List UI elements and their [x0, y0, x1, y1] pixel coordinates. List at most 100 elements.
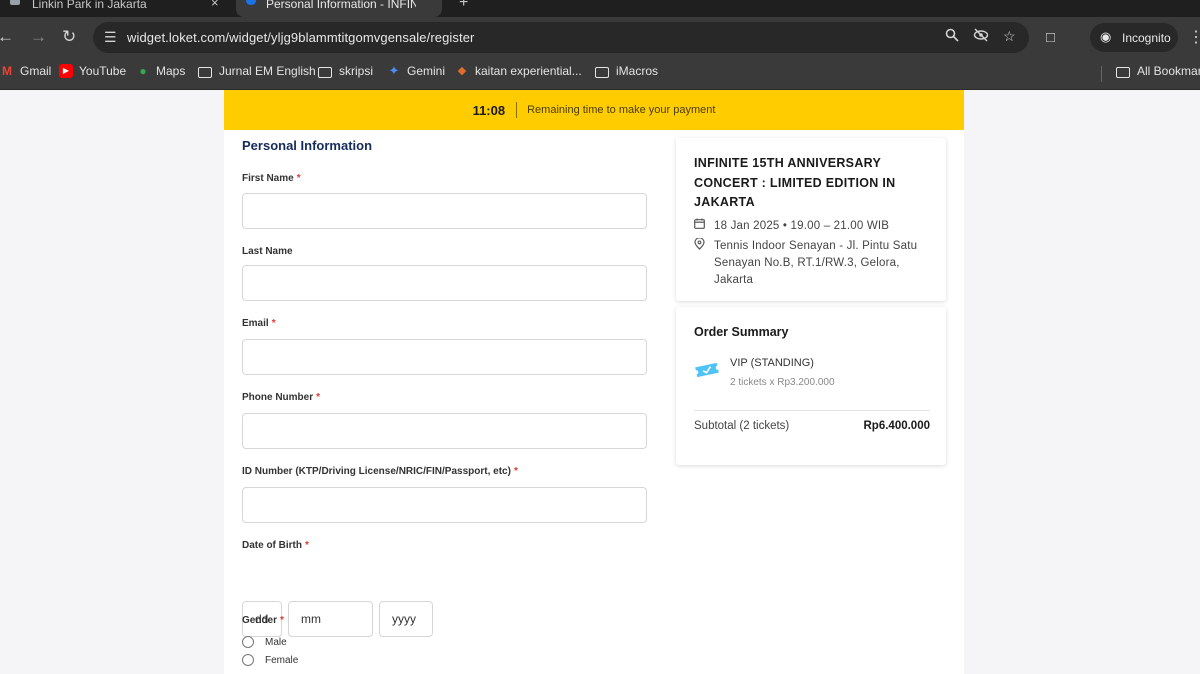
- url-text[interactable]: widget.loket.com/widget/yljg9blammtitgom…: [127, 30, 474, 45]
- tab-favicon-icon: [10, 0, 20, 5]
- order-summary-card: Order Summary VIP (STANDING) 2 tickets x…: [676, 307, 946, 465]
- extensions-icon[interactable]: □: [1046, 29, 1055, 46]
- email-label: Email *: [242, 318, 276, 329]
- bookmark-label: skripsi: [339, 64, 374, 78]
- zoom-search-icon[interactable]: [945, 28, 959, 45]
- gender-option-female[interactable]: Female: [242, 654, 298, 666]
- phone-number-input[interactable]: [242, 413, 647, 449]
- bookmark-label: Jurnal EM English: [219, 64, 316, 78]
- email-input[interactable]: [242, 339, 647, 375]
- bookmark-maps[interactable]: ● Maps: [136, 64, 185, 78]
- bookmark-youtube[interactable]: ▶ YouTube: [59, 64, 126, 78]
- gender-option-male[interactable]: Male: [242, 636, 287, 648]
- ticket-quantity: 2 tickets x Rp3.200.000: [730, 377, 835, 388]
- event-venue: Tennis Indoor Senayan - Jl. Pintu Satu S…: [694, 236, 928, 289]
- menu-dots-icon[interactable]: ⋮: [1188, 27, 1200, 47]
- order-divider: [694, 410, 930, 411]
- bookmark-gmail[interactable]: M Gmail: [0, 64, 51, 78]
- bookmark-kaitan-experiential[interactable]: ◆ kaitan experiential...: [455, 64, 582, 78]
- required-mark: *: [271, 318, 276, 329]
- first-name-input[interactable]: [242, 193, 647, 229]
- bookmark-star-icon[interactable]: ☆: [1003, 28, 1016, 45]
- tab-label: Personal Information - INFINITE: [266, 0, 416, 11]
- label-text: First Name: [242, 173, 294, 184]
- dob-year-input[interactable]: yyyy: [379, 601, 433, 637]
- bookmark-jurnal-em-english[interactable]: Jurnal EM English: [198, 64, 316, 78]
- radio-label: Female: [265, 654, 299, 666]
- order-summary-title: Order Summary: [694, 325, 789, 339]
- youtube-icon: ▶: [59, 64, 73, 78]
- back-arrow-icon[interactable]: ←: [0, 28, 14, 46]
- required-mark: *: [305, 540, 309, 551]
- event-info-card: INFINITE 15TH ANNIVERSARY CONCERT : LIMI…: [676, 138, 946, 301]
- label-text: ID Number (KTP/Driving License/NRIC/FIN/…: [242, 466, 511, 477]
- bookmark-label: Gemini: [407, 64, 446, 78]
- required-mark: *: [316, 392, 321, 403]
- bookmark-label: iMacros: [616, 64, 659, 78]
- bookmarks-divider: [1101, 66, 1102, 82]
- tab-personal-information[interactable]: Personal Information - INFINITE: [236, 0, 442, 17]
- label-text: Date of Birth: [242, 540, 302, 551]
- forward-arrow-icon[interactable]: →: [30, 28, 47, 46]
- bookmark-skripsi[interactable]: skripsi: [318, 64, 373, 78]
- subtotal-value: Rp6.400.000: [863, 420, 931, 432]
- address-bar[interactable]: ☰ widget.loket.com/widget/yljg9blammtitg…: [93, 22, 1029, 53]
- bookmark-label: Maps: [156, 64, 186, 78]
- incognito-icon: ◉: [1100, 29, 1112, 44]
- required-mark: *: [280, 615, 284, 626]
- label-text: Phone Number: [242, 392, 314, 403]
- close-tab-icon[interactable]: ×: [211, 0, 219, 10]
- first-name-label: First Name *: [242, 173, 301, 184]
- radio-label: Male: [265, 636, 287, 648]
- event-datetime: 18 Jan 2025 • 19.00 – 21.00 WIB: [694, 218, 928, 235]
- incognito-label: Incognito: [1122, 30, 1171, 45]
- eye-off-icon[interactable]: [973, 28, 989, 45]
- new-tab-icon[interactable]: +: [459, 0, 468, 12]
- timer-divider: [516, 102, 518, 118]
- label-text: Gender: [242, 615, 278, 626]
- all-bookmarks[interactable]: All Bookmarks: [1116, 64, 1200, 78]
- folder-icon: [198, 66, 212, 78]
- ticket-icon: [694, 361, 720, 378]
- bookmark-label: YouTube: [79, 64, 127, 78]
- site-info-icon[interactable]: ☰: [104, 29, 117, 46]
- subtotal-label: Subtotal (2 tickets): [694, 420, 790, 432]
- radio-button[interactable]: [242, 636, 254, 648]
- bookmark-label: All Bookmarks: [1137, 64, 1200, 78]
- bookmark-imacros[interactable]: iMacros: [595, 64, 658, 78]
- checkout-sheet: 11:08 Remaining time to make your paymen…: [224, 90, 964, 674]
- label-text: Last Name: [242, 246, 293, 257]
- maps-icon: ●: [139, 64, 147, 78]
- tab-favicon-icon: [246, 0, 256, 5]
- last-name-input[interactable]: [242, 265, 647, 301]
- required-mark: *: [296, 173, 301, 184]
- tab-linkin-park[interactable]: Linkin Park in Jakarta ×: [0, 0, 236, 17]
- last-name-label: Last Name: [242, 246, 293, 257]
- location-pin-icon: [694, 236, 714, 289]
- folder-icon: [1116, 66, 1130, 78]
- tab-strip: Linkin Park in Jakarta × Personal Inform…: [0, 0, 1200, 17]
- gemini-icon: ✦: [388, 63, 400, 78]
- folder-icon: [595, 66, 609, 78]
- ticket-name: VIP (STANDING): [730, 357, 814, 369]
- id-number-input[interactable]: [242, 487, 647, 523]
- folder-icon: [318, 66, 332, 78]
- gmail-icon: M: [2, 64, 12, 78]
- form-title: Personal Information: [242, 138, 373, 153]
- timer-text: Remaining time to make your payment: [527, 104, 716, 116]
- date-of-birth-label: Date of Birth *: [242, 540, 309, 551]
- bookmark-page-icon: ◆: [457, 65, 467, 77]
- label-text: Email: [242, 318, 269, 329]
- bookmark-gemini[interactable]: ✦ Gemini: [387, 63, 446, 79]
- bookmark-label: kaitan experiential...: [475, 64, 582, 78]
- incognito-badge[interactable]: ◉ Incognito: [1090, 23, 1178, 52]
- event-title: INFINITE 15TH ANNIVERSARY CONCERT : LIMI…: [694, 156, 896, 209]
- dob-month-input[interactable]: mm: [288, 601, 373, 637]
- tab-label: Linkin Park in Jakarta: [32, 0, 147, 11]
- payment-timer-banner: 11:08 Remaining time to make your paymen…: [224, 90, 964, 130]
- required-mark: *: [513, 466, 518, 477]
- radio-button[interactable]: [242, 654, 254, 666]
- reload-icon[interactable]: ↻: [62, 28, 76, 46]
- event-venue-text: Tennis Indoor Senayan - Jl. Pintu Satu S…: [714, 239, 918, 286]
- gender-label: Gender *: [242, 615, 284, 626]
